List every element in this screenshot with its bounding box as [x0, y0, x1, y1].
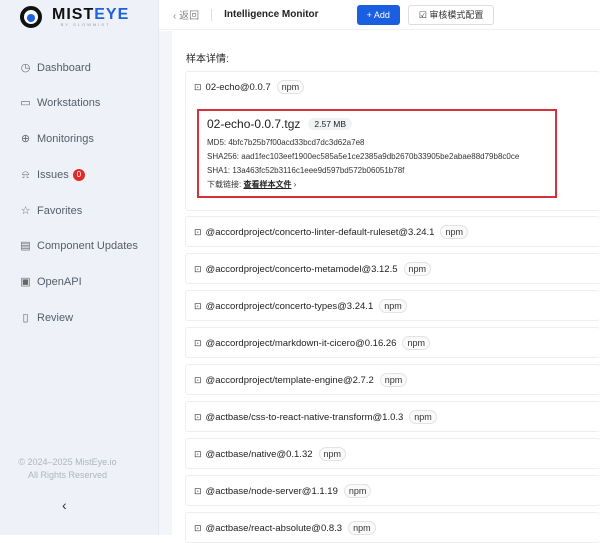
sidebar-item-label: Workstations	[37, 97, 101, 109]
sha256-hash: SHA256: aad1fec103eef1900ec585a5e1ce2385…	[207, 152, 520, 161]
sidebar-item-label: Issues	[37, 169, 69, 181]
sample-file-details: 02-echo-0.0.7.tgz 2.57 MB MD5: 4bfc7b25b7…	[197, 109, 557, 198]
package-name: @accordproject/template-engine@2.7.2	[205, 374, 374, 386]
archive-icon: ▤	[20, 239, 31, 252]
download-row: 下载链接: 查看样本文件 ›	[207, 178, 547, 192]
package-icon: ⊡	[194, 226, 202, 237]
ecosystem-tag: npm	[409, 410, 437, 424]
package-icon: ⊡	[194, 411, 202, 422]
package-name: @accordproject/markdown-it-cicero@0.16.2…	[205, 337, 397, 349]
package-card[interactable]: ⊡ @actbase/node-server@1.1.19 npm	[185, 475, 600, 506]
package-name: @actbase/native@0.1.32	[205, 448, 313, 460]
brand-name-accent: EYE	[94, 5, 130, 23]
ecosystem-tag: npm	[343, 484, 372, 498]
package-icon: ⊡	[194, 374, 202, 385]
sha1-hash: SHA1: 13a463fc52b3116c1eee9d597bd572b060…	[207, 166, 405, 175]
ecosystem-tag: npm	[403, 262, 432, 276]
package-icon: ⊡	[194, 522, 202, 533]
chevron-right-icon: ›	[291, 180, 297, 189]
package-icon: ⊡	[194, 448, 202, 459]
sidebar-item-label: Component Updates	[37, 240, 138, 252]
package-card[interactable]: ⊡ @accordproject/markdown-it-cicero@0.16.…	[185, 327, 600, 358]
ecosystem-tag: npm	[348, 521, 376, 535]
star-icon: ☆	[20, 204, 31, 217]
package-name: @accordproject/concerto-metamodel@3.12.5	[205, 263, 398, 275]
ecosystem-tag: npm	[379, 299, 407, 313]
review-mode-config-button[interactable]: ☑ 审核模式配置	[407, 4, 495, 25]
issues-count-badge: 0	[72, 169, 85, 181]
dashboard-icon: ◷	[20, 61, 31, 74]
download-label: 下载链接:	[207, 180, 244, 189]
sidebar-item-favorites[interactable]: ☆ Favorites	[20, 202, 83, 220]
package-card[interactable]: ⊡ @actbase/react-absolute@0.8.3 npm	[185, 512, 600, 543]
view-sample-file-link[interactable]: 查看样本文件	[243, 180, 291, 189]
file-size: 2.57 MB	[308, 118, 353, 130]
sidebar-item-label: OpenAPI	[37, 276, 82, 288]
sidebar-item-monitorings[interactable]: ⊕ Monitorings	[20, 130, 94, 148]
crosshair-icon: ⊕	[20, 132, 31, 145]
brand-name: MIST	[52, 5, 95, 23]
package-icon: ⊡	[194, 263, 202, 274]
collapse-sidebar-button[interactable]: ‹	[62, 497, 67, 513]
package-icon: ⊡	[194, 337, 202, 348]
divider	[211, 8, 213, 21]
rights: All Rights Reserved	[27, 470, 108, 480]
ecosystem-tag: npm	[440, 225, 468, 239]
package-name: 02-echo@0.0.7	[205, 81, 271, 93]
monitor-icon: ▭	[20, 96, 31, 109]
sidebar-item-label: Review	[37, 312, 74, 324]
package-name: @actbase/css-to-react-native-transform@1…	[205, 411, 404, 423]
bell-icon: ⍾	[21, 168, 30, 181]
sidebar-item-label: Monitorings	[37, 133, 94, 145]
package-icon: ⊡	[194, 300, 202, 311]
package-card[interactable]: ⊡ @accordproject/concerto-types@3.24.1 npm	[185, 290, 600, 321]
ecosystem-tag: npm	[276, 80, 305, 94]
sidebar-item-workstations[interactable]: ▭ Workstations	[20, 94, 100, 112]
sidebar: MISTEYE BY SLOWMIST ◷ Dashboard ▭ Workstati…	[0, 0, 159, 535]
sidebar-item-dashboard[interactable]: ◷ Dashboard	[20, 59, 91, 77]
package-card[interactable]: ⊡ @accordproject/template-engine@2.7.2 npm	[185, 364, 600, 395]
back-link[interactable]: ‹ 返回	[173, 7, 199, 22]
sidebar-item-component-updates[interactable]: ▤ Component Updates	[20, 237, 138, 255]
package-icon: ⊡	[194, 81, 202, 92]
package-name: @accordproject/concerto-linter-default-r…	[205, 226, 435, 238]
ecosystem-tag: npm	[318, 447, 347, 461]
page-title: Intelligence Monitor	[224, 9, 319, 20]
sidebar-item-label: Favorites	[37, 205, 83, 217]
package-name: @actbase/node-server@1.1.19	[205, 485, 338, 497]
package-name: @actbase/react-absolute@0.8.3	[205, 522, 343, 534]
package-card[interactable]: ⊡ @actbase/native@0.1.32 npm	[185, 438, 600, 469]
sidebar-item-review[interactable]: ▯ Review	[20, 309, 73, 327]
package-icon: ⊡	[194, 485, 202, 496]
sidebar-item-openapi[interactable]: ▣ OpenAPI	[20, 273, 82, 291]
package-name: @accordproject/concerto-types@3.24.1	[205, 300, 374, 312]
header: ‹ 返回 Intelligence Monitor + Add ☑ 审核模式配置	[159, 0, 600, 30]
section-title: 样本详情:	[186, 54, 229, 65]
copyright: © 2024–2025 MistEye.io	[18, 457, 117, 467]
file-check-icon: ▯	[22, 311, 29, 324]
logo-eye-icon	[20, 6, 42, 28]
add-button[interactable]: + Add	[356, 4, 400, 25]
package-card[interactable]: ⊡ @accordproject/concerto-metamodel@3.12.…	[185, 253, 600, 284]
package-card[interactable]: ⊡ @actbase/css-to-react-native-transform@…	[185, 401, 600, 432]
sidebar-item-issues[interactable]: ⍾ Issues 0	[20, 166, 85, 184]
md5-hash: MD5: 4bfc7b25b7f00acd33bcd7dc3d62a7e8	[207, 138, 365, 147]
api-icon: ▣	[20, 275, 31, 288]
logo[interactable]: MISTEYE BY SLOWMIST	[20, 6, 129, 28]
ecosystem-tag: npm	[402, 336, 430, 350]
ecosystem-tag: npm	[379, 373, 408, 387]
package-card[interactable]: ⊡ @accordproject/concerto-linter-default-…	[185, 216, 600, 247]
sidebar-item-label: Dashboard	[37, 62, 91, 74]
file-name: 02-echo-0.0.7.tgz	[207, 117, 301, 131]
content-gutter	[159, 31, 172, 535]
